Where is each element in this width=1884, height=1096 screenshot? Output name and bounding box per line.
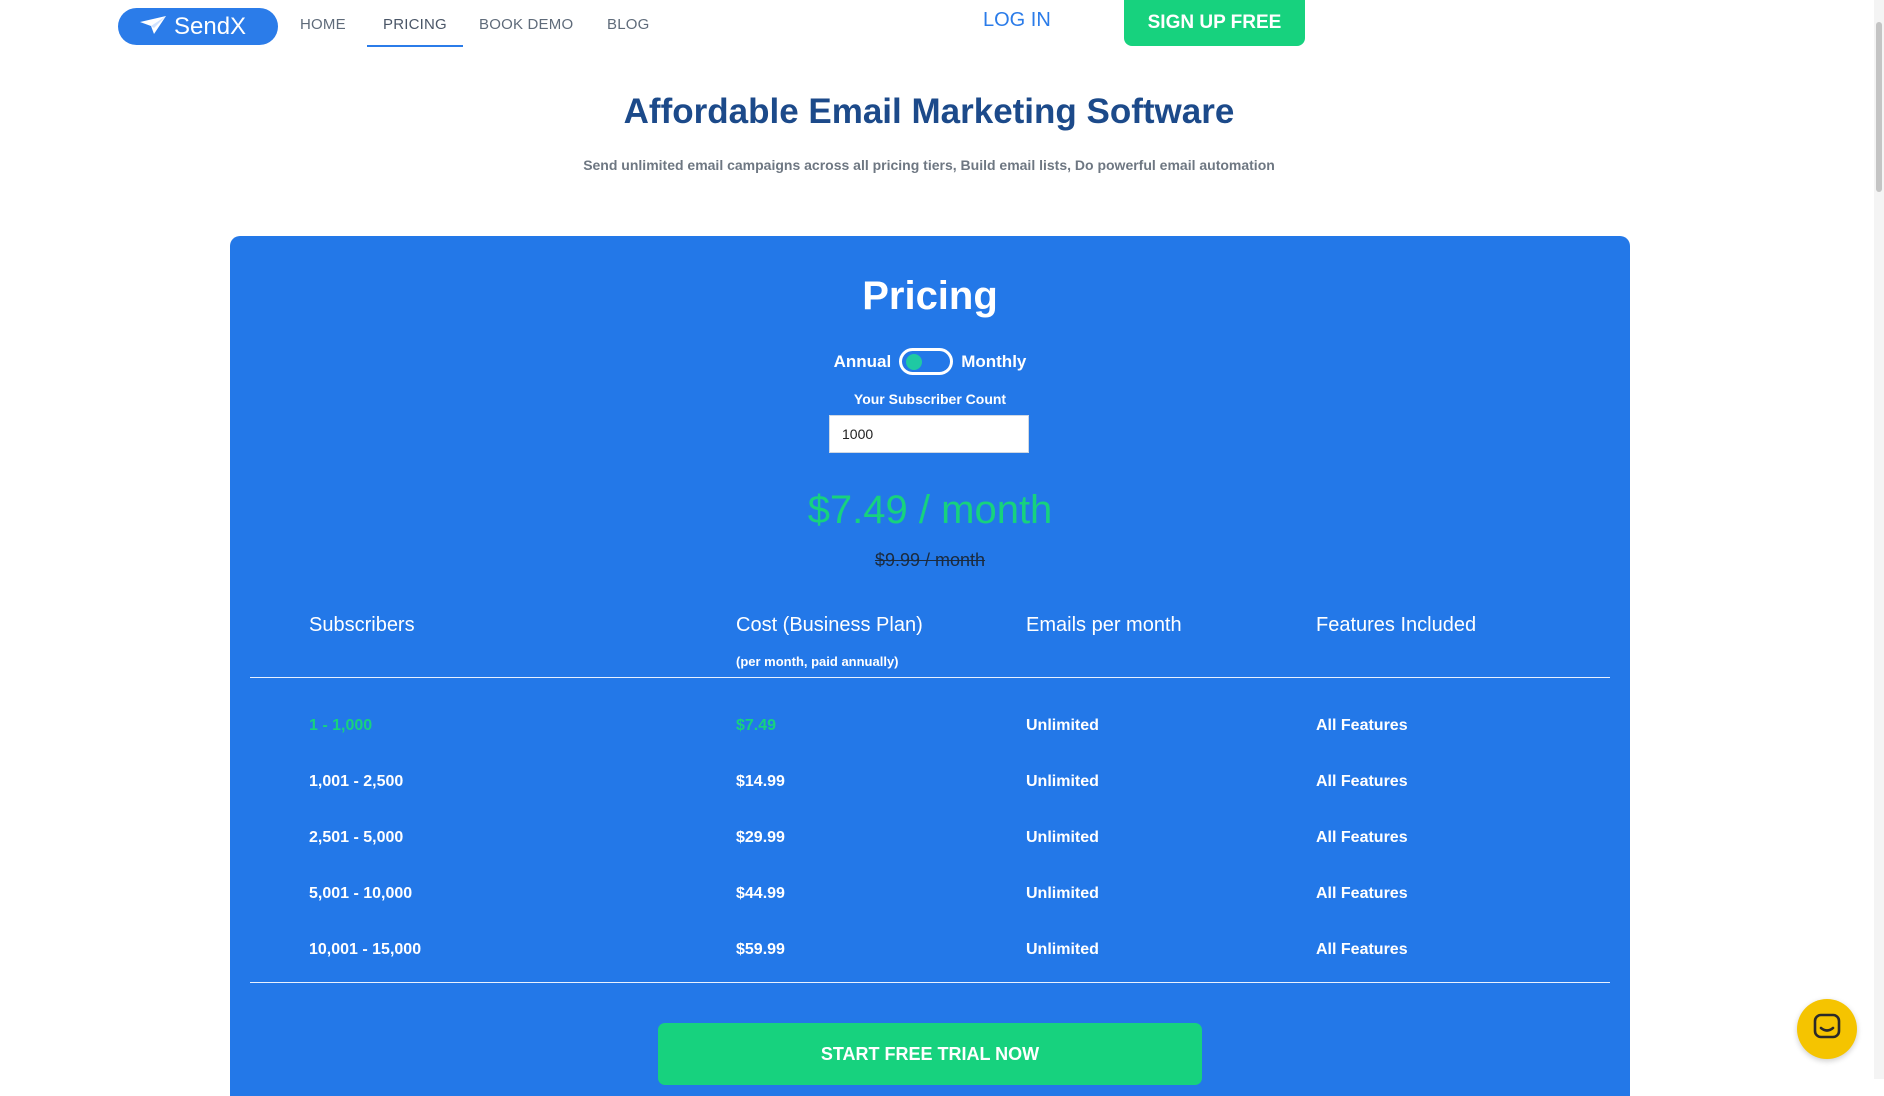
scrollbar-thumb[interactable] <box>1876 22 1882 192</box>
col-header-cost: Cost (Business Plan) <box>736 614 923 636</box>
cell-features: All Features <box>1316 773 1408 790</box>
nav-blog[interactable]: BLOG <box>607 16 649 33</box>
table-row: 5,001 - 10,000 $44.99 Unlimited All Feat… <box>230 885 1630 915</box>
logo-text: SendX <box>174 12 247 40</box>
table-row: 1 - 1,000 $7.49 Unlimited All Features <box>230 717 1630 747</box>
signup-button[interactable]: SIGN UP FREE <box>1124 0 1305 46</box>
subscriber-count-input[interactable] <box>829 415 1029 453</box>
start-free-trial-button[interactable]: START FREE TRIAL NOW <box>658 1023 1202 1085</box>
toggle-knob <box>906 354 923 370</box>
cell-cost: $14.99 <box>736 773 785 790</box>
table-row: 10,001 - 15,000 $59.99 Unlimited All Fea… <box>230 941 1630 971</box>
cell-subscribers: 2,501 - 5,000 <box>309 829 404 846</box>
cell-cost: $7.49 <box>736 717 777 734</box>
col-header-features: Features Included <box>1316 614 1477 636</box>
table-row: 1,001 - 2,500 $14.99 Unlimited All Featu… <box>230 773 1630 803</box>
billing-toggle-row: Annual Monthly <box>230 348 1630 375</box>
cell-cost: $29.99 <box>736 829 785 846</box>
toggle-label-monthly[interactable]: Monthly <box>961 352 1026 372</box>
chat-bubble-icon <box>1812 1012 1842 1047</box>
table-divider-top <box>250 677 1610 678</box>
nav-book-demo[interactable]: BOOK DEMO <box>479 16 573 33</box>
old-price: $9.99 / month <box>874 550 986 570</box>
nav-home[interactable]: HOME <box>300 16 346 33</box>
pricing-title: Pricing <box>862 274 998 318</box>
current-price: $7.49 / month <box>807 488 1053 532</box>
nav-pricing[interactable]: PRICING <box>367 16 463 47</box>
cell-features: All Features <box>1316 829 1408 846</box>
cell-emails: Unlimited <box>1026 941 1099 958</box>
cell-features: All Features <box>1316 717 1408 734</box>
page-subtitle: Send unlimited email campaigns across al… <box>583 157 1275 173</box>
table-divider-bottom <box>250 982 1610 983</box>
cell-emails: Unlimited <box>1026 885 1099 902</box>
cell-subscribers: 1,001 - 2,500 <box>309 773 404 790</box>
chat-widget-button[interactable] <box>1797 999 1857 1059</box>
cell-subscribers: 1 - 1,000 <box>309 717 373 734</box>
paper-plane-icon <box>140 13 166 41</box>
cell-subscribers: 5,001 - 10,000 <box>309 885 413 902</box>
toggle-label-annual[interactable]: Annual <box>834 352 892 372</box>
cell-cost: $44.99 <box>736 885 785 902</box>
cell-emails: Unlimited <box>1026 829 1099 846</box>
cell-emails: Unlimited <box>1026 717 1099 734</box>
table-row: 2,501 - 5,000 $29.99 Unlimited All Featu… <box>230 829 1630 859</box>
subscriber-count-label: Your Subscriber Count <box>853 391 1007 407</box>
cell-features: All Features <box>1316 941 1408 958</box>
cell-subscribers: 10,001 - 15,000 <box>309 941 422 958</box>
page-title: Affordable Email Marketing Software <box>623 92 1235 131</box>
sendx-logo[interactable]: SendX <box>118 8 278 45</box>
cell-features: All Features <box>1316 885 1408 902</box>
col-header-emails: Emails per month <box>1026 614 1182 636</box>
col-header-subscribers: Subscribers <box>309 614 415 636</box>
cell-emails: Unlimited <box>1026 773 1099 790</box>
pricing-panel: Pricing Annual Monthly Your Subscriber C… <box>230 236 1630 1096</box>
login-link[interactable]: LOG IN <box>983 9 1051 32</box>
col-header-cost-note: (per month, paid annually) <box>736 654 899 669</box>
billing-toggle[interactable] <box>899 348 954 375</box>
cell-cost: $59.99 <box>736 941 785 958</box>
page-scrollbar[interactable] <box>1874 0 1884 1079</box>
